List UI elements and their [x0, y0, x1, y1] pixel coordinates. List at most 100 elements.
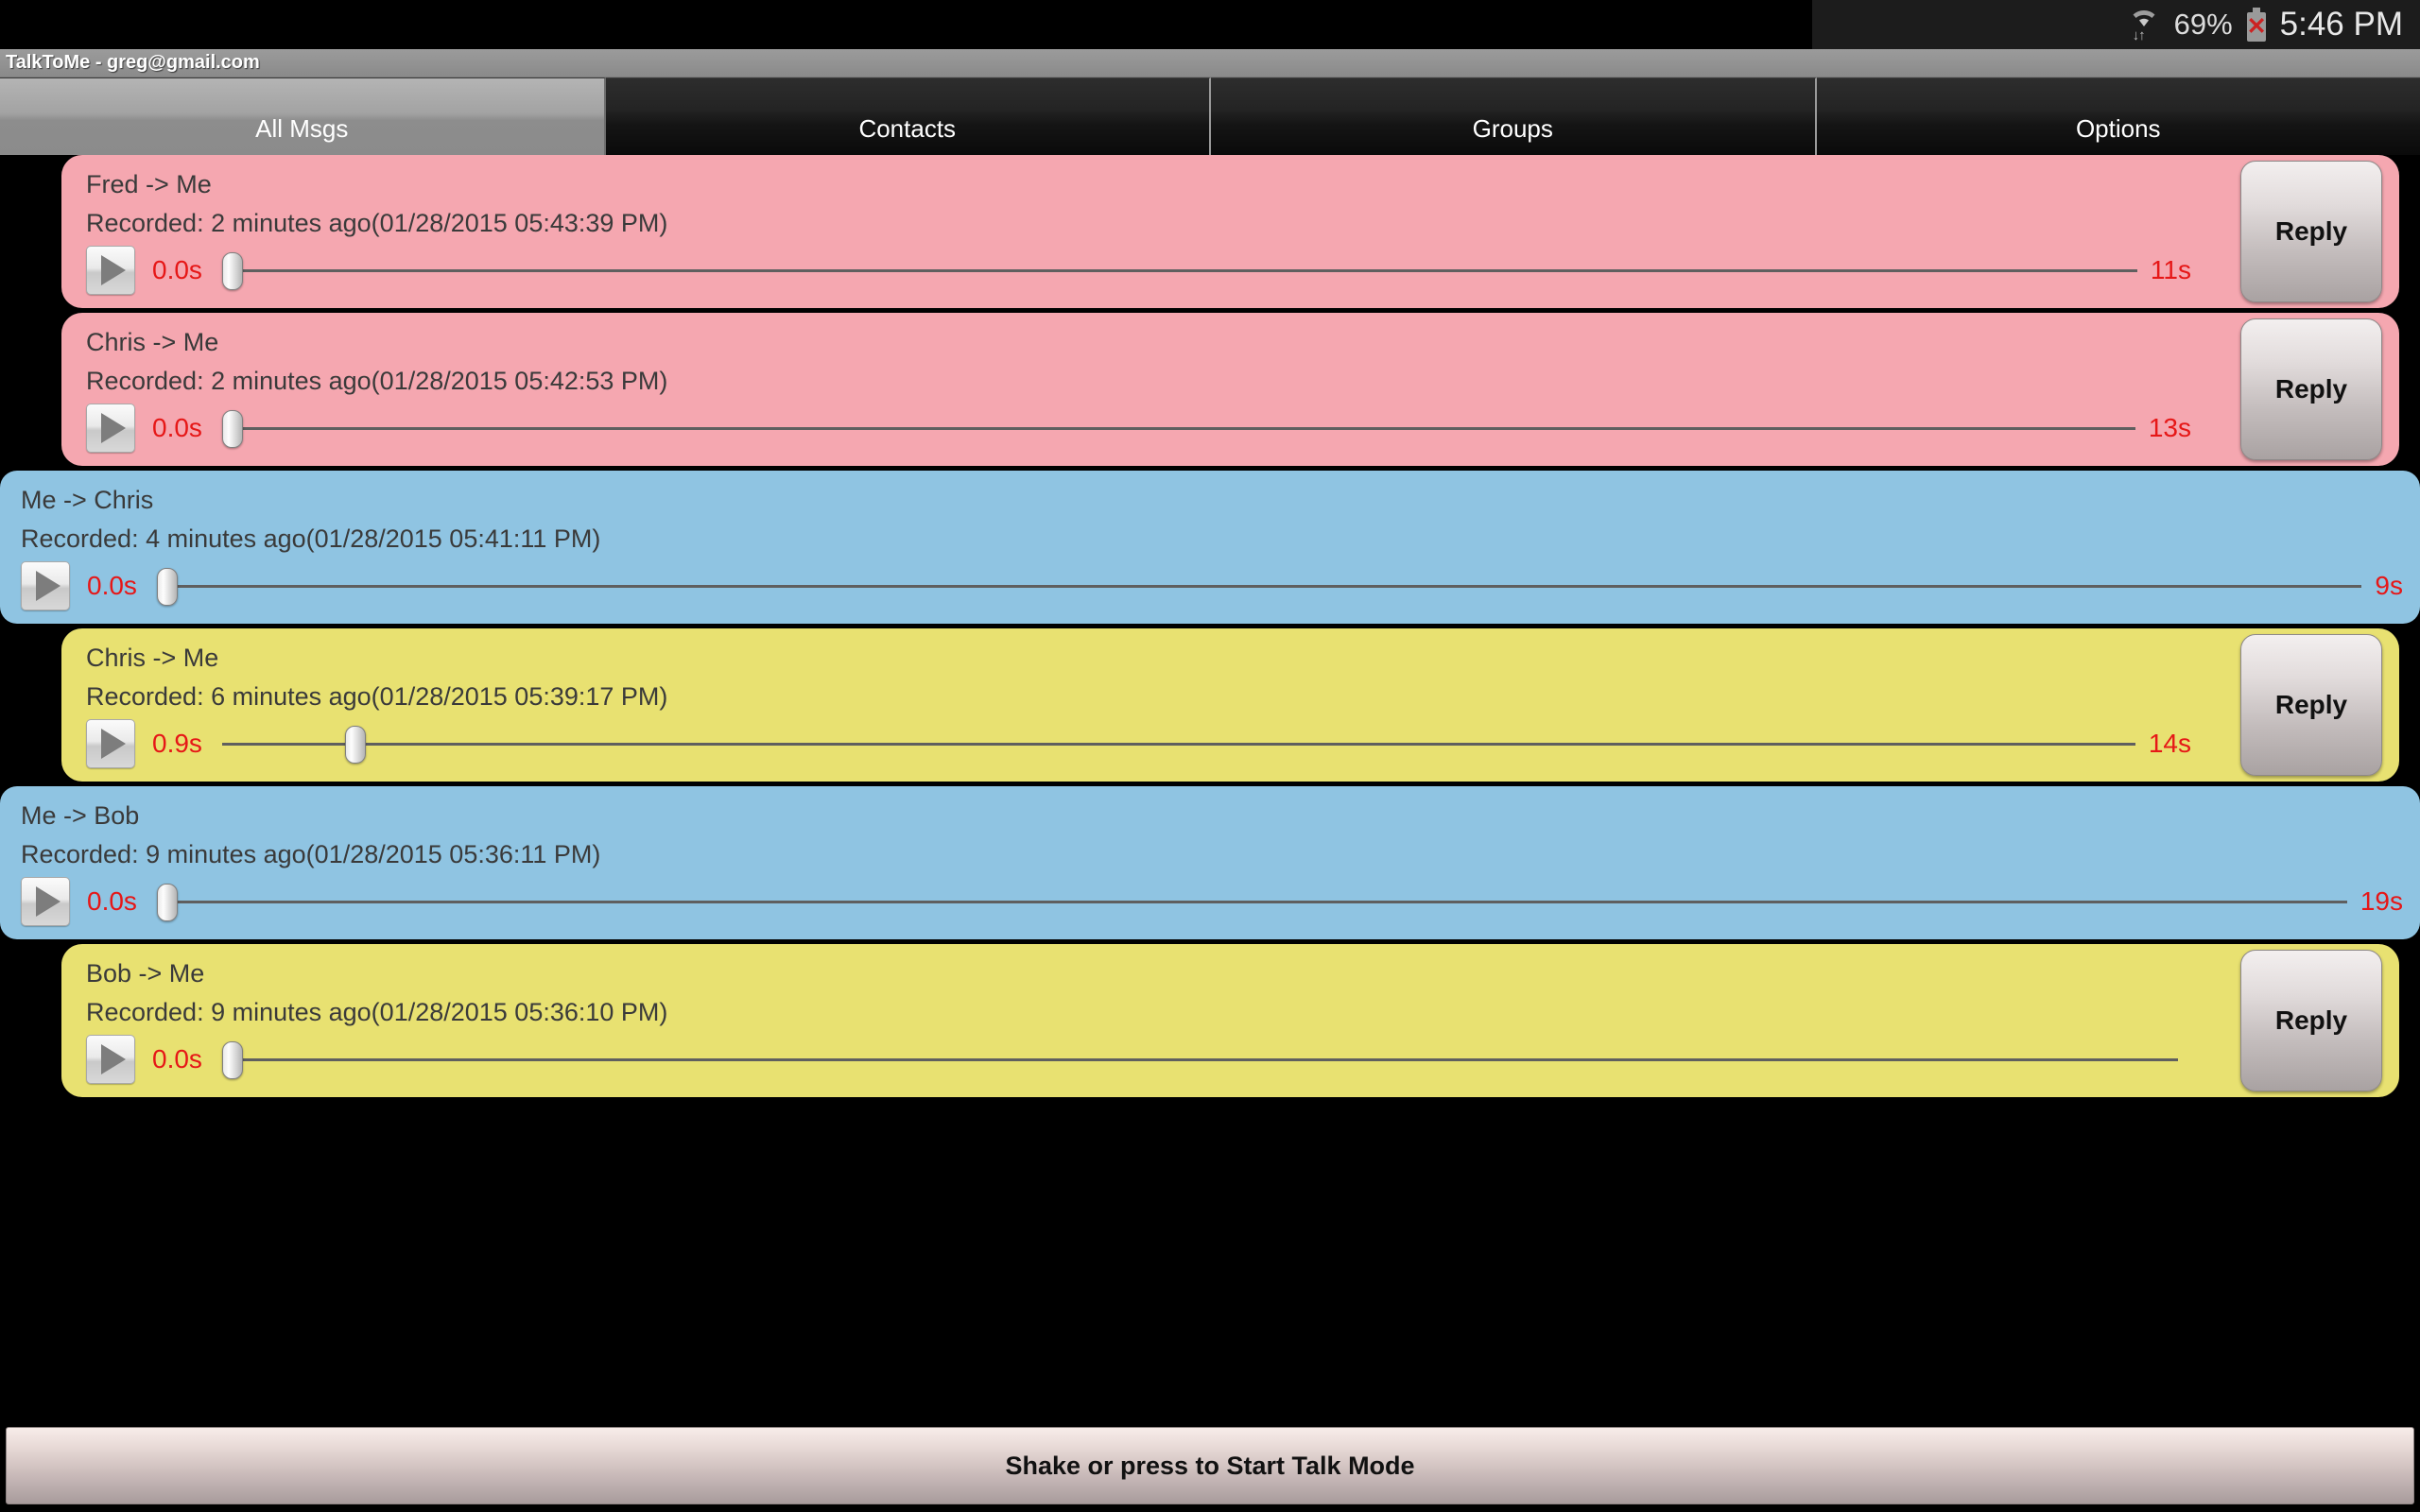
play-icon[interactable]	[86, 404, 135, 453]
status-bar-clock: 5:46 PM	[2279, 6, 2403, 43]
message-card[interactable]: Chris -> Me Recorded: 6 minutes ago(01/28…	[61, 628, 2399, 782]
reply-button[interactable]: Reply	[2240, 950, 2382, 1091]
slider-thumb[interactable]	[157, 568, 178, 606]
play-icon[interactable]	[21, 877, 70, 926]
tab-options[interactable]: Options	[1816, 77, 2420, 155]
data-transfer-arrows-icon: ↓↑	[2132, 27, 2146, 43]
playback-duration: 11s	[2150, 255, 2191, 284]
talk-mode-bar[interactable]: Shake or press to Start Talk Mode	[0, 1423, 2420, 1512]
message-list[interactable]: Fred -> Me Recorded: 2 minutes ago(01/28/…	[0, 155, 2420, 1452]
status-bar-left-empty	[0, 0, 1812, 49]
app-title-bar: TalkToMe - greg@gmail.com	[0, 49, 2420, 77]
message-card[interactable]: Me -> Bob Recorded: 9 minutes ago(01/28/2…	[0, 786, 2420, 939]
playback-slider[interactable]	[157, 877, 2347, 926]
message-recorded-timestamp: Recorded: 9 minutes ago(01/28/2015 05:36…	[86, 998, 668, 1026]
message-content: Me -> Bob Recorded: 9 minutes ago(01/28/2…	[0, 798, 2420, 926]
playback-current-time: 0.0s	[152, 1044, 202, 1074]
tab-contacts[interactable]: Contacts	[605, 77, 1211, 155]
slider-track	[157, 585, 2362, 588]
slider-thumb[interactable]	[222, 1041, 243, 1079]
wifi-icon: ↓↑	[2125, 4, 2163, 45]
play-icon[interactable]	[86, 1035, 135, 1084]
tab-label: Groups	[1472, 114, 1553, 143]
system-status-bar: ↓↑ 69% ✕ 5:46 PM	[0, 0, 2420, 49]
audio-player: 0.0s	[86, 1035, 2399, 1084]
reply-button[interactable]: Reply	[2240, 161, 2382, 302]
message-participants: Me -> Bob	[21, 801, 140, 830]
playback-slider[interactable]	[222, 1035, 2178, 1084]
play-triangle-icon	[100, 413, 126, 443]
slider-track	[157, 901, 2347, 903]
slider-thumb[interactable]	[157, 884, 178, 921]
playback-current-time: 0.0s	[87, 571, 137, 600]
playback-current-time: 0.0s	[152, 255, 202, 284]
playback-slider[interactable]	[222, 246, 2137, 295]
reply-button-label: Reply	[2274, 216, 2348, 246]
message-recorded-timestamp: Recorded: 2 minutes ago(01/28/2015 05:42…	[86, 367, 668, 395]
message-recorded-timestamp: Recorded: 6 minutes ago(01/28/2015 05:39…	[86, 682, 668, 711]
slider-track	[222, 427, 2135, 430]
slider-track	[222, 1058, 2178, 1061]
playback-slider[interactable]	[157, 561, 2362, 610]
message-card[interactable]: Bob -> Me Recorded: 9 minutes ago(01/28/2…	[61, 944, 2399, 1097]
play-icon[interactable]	[21, 561, 70, 610]
message-recorded-timestamp: Recorded: 9 minutes ago(01/28/2015 05:36…	[21, 840, 601, 868]
message-content: Chris -> Me Recorded: 2 minutes ago(01/28…	[61, 324, 2399, 453]
battery-error-icon: ✕	[2244, 7, 2269, 43]
message-participants: Chris -> Me	[86, 644, 219, 672]
play-icon[interactable]	[86, 719, 135, 768]
reply-button-label: Reply	[2274, 374, 2348, 404]
message-content: Me -> Chris Recorded: 4 minutes ago(01/28…	[0, 482, 2420, 610]
playback-current-time: 0.0s	[87, 886, 137, 916]
slider-track	[222, 269, 2137, 272]
message-card[interactable]: Fred -> Me Recorded: 2 minutes ago(01/28/…	[61, 155, 2399, 308]
message-participants: Bob -> Me	[86, 959, 205, 988]
slider-thumb[interactable]	[344, 726, 366, 764]
audio-player: 0.0s 11s	[86, 246, 2399, 295]
message-content: Fred -> Me Recorded: 2 minutes ago(01/28/…	[61, 166, 2399, 295]
message-card[interactable]: Chris -> Me Recorded: 2 minutes ago(01/28…	[61, 313, 2399, 466]
message-participants: Fred -> Me	[86, 170, 212, 198]
audio-player: 0.0s 9s	[21, 561, 2420, 610]
tab-label: Contacts	[858, 114, 957, 143]
playback-duration: 19s	[2360, 886, 2403, 916]
battery-percent-label: 69%	[2173, 8, 2233, 41]
audio-player: 0.0s 13s	[86, 404, 2399, 453]
tab-groups[interactable]: Groups	[1211, 77, 1817, 155]
play-triangle-icon	[35, 571, 60, 601]
start-talk-mode-label: Shake or press to Start Talk Mode	[1005, 1451, 1415, 1480]
message-content: Chris -> Me Recorded: 6 minutes ago(01/28…	[61, 640, 2399, 768]
play-icon[interactable]	[86, 246, 135, 295]
reply-button[interactable]: Reply	[2240, 634, 2382, 776]
tab-label: All Msgs	[255, 114, 349, 143]
start-talk-mode-button[interactable]: Shake or press to Start Talk Mode	[6, 1427, 2414, 1504]
playback-slider[interactable]	[222, 719, 2135, 768]
message-recorded-timestamp: Recorded: 2 minutes ago(01/28/2015 05:43…	[86, 209, 668, 237]
reply-button[interactable]: Reply	[2240, 318, 2382, 460]
play-triangle-icon	[100, 729, 126, 759]
playback-slider[interactable]	[222, 404, 2135, 453]
reply-button-label: Reply	[2274, 690, 2348, 719]
message-recorded-timestamp: Recorded: 4 minutes ago(01/28/2015 05:41…	[21, 524, 601, 553]
slider-thumb[interactable]	[222, 410, 243, 448]
play-triangle-icon	[35, 886, 60, 917]
play-triangle-icon	[100, 255, 126, 285]
tab-bar: All Msgs Contacts Groups Options	[0, 77, 2420, 155]
playback-duration: 13s	[2148, 413, 2191, 442]
playback-duration: 9s	[2375, 571, 2403, 600]
tab-label: Options	[2075, 114, 2161, 143]
message-participants: Me -> Chris	[21, 486, 154, 514]
slider-track	[222, 743, 2135, 746]
message-card[interactable]: Me -> Chris Recorded: 4 minutes ago(01/28…	[0, 471, 2420, 624]
playback-duration: 14s	[2148, 729, 2191, 758]
play-triangle-icon	[100, 1044, 126, 1074]
app-title-label: TalkToMe - greg@gmail.com	[6, 52, 260, 73]
status-bar-indicators: ↓↑ 69% ✕ 5:46 PM	[1812, 0, 2420, 49]
message-content: Bob -> Me Recorded: 9 minutes ago(01/28/2…	[61, 955, 2399, 1084]
playback-current-time: 0.9s	[152, 729, 202, 758]
playback-current-time: 0.0s	[152, 413, 202, 442]
tab-all-msgs[interactable]: All Msgs	[0, 77, 606, 155]
slider-thumb[interactable]	[222, 252, 243, 290]
reply-button-label: Reply	[2274, 1005, 2348, 1035]
audio-player: 0.9s 14s	[86, 719, 2399, 768]
